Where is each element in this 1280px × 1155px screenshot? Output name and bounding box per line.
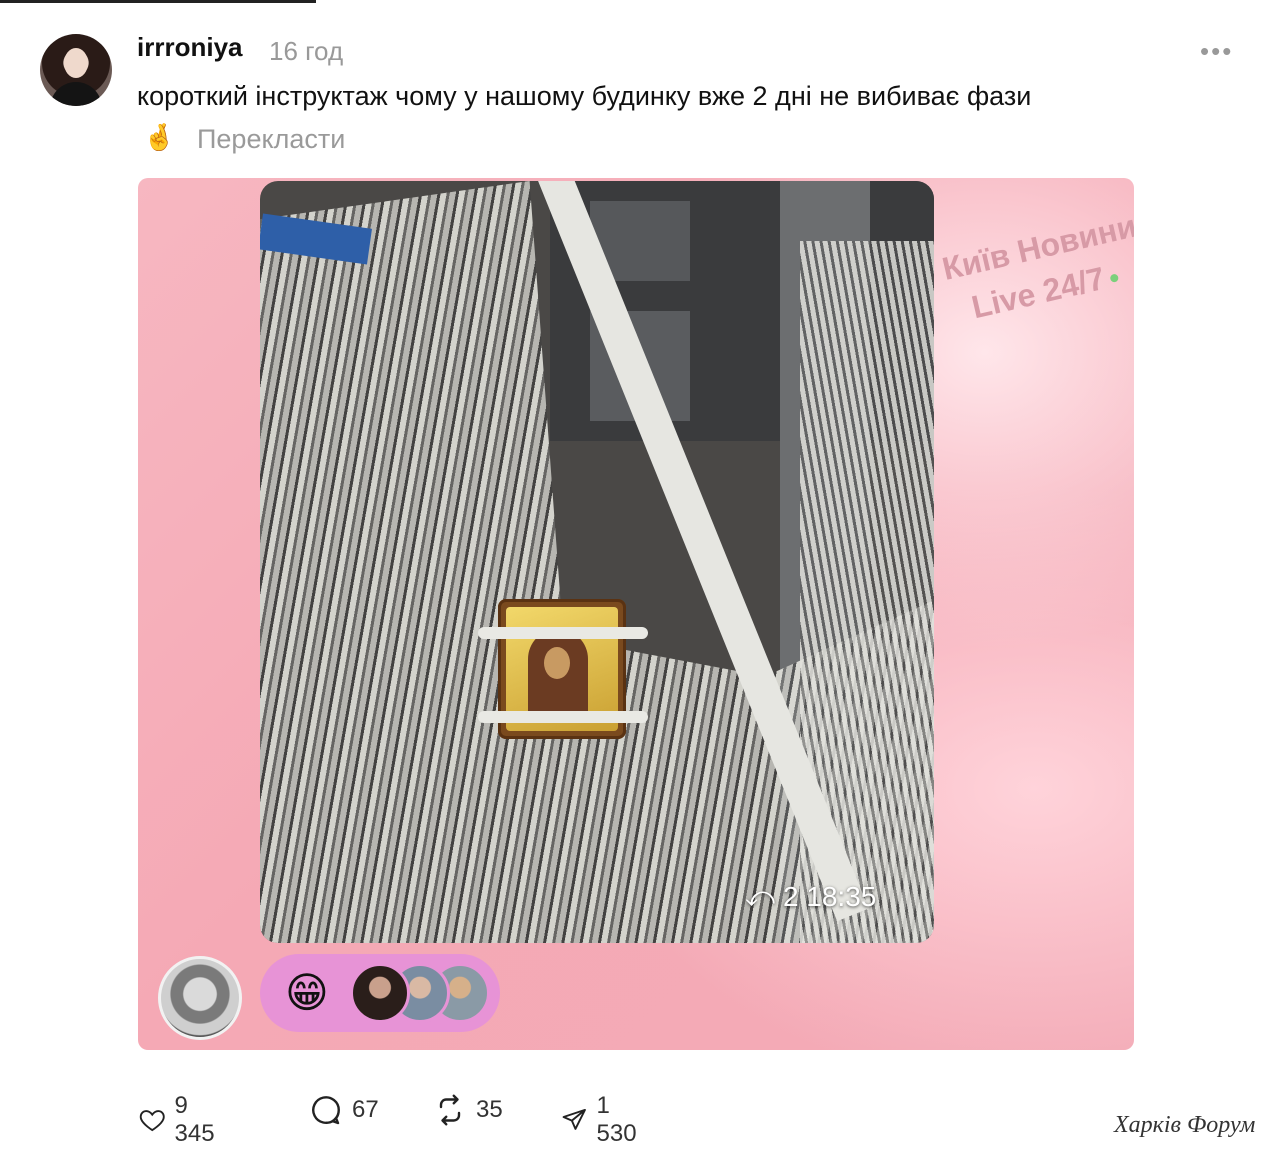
cable-tie bbox=[478, 711, 648, 723]
comment-button[interactable]: 67 bbox=[308, 1092, 379, 1128]
author-username[interactable]: irrroniya bbox=[137, 32, 243, 63]
post-caption: короткий інструктаж чому у нашому будинк… bbox=[137, 81, 1032, 111]
send-plane-icon bbox=[562, 1108, 586, 1130]
crossed-fingers-icon: 🤞 bbox=[143, 122, 176, 152]
reply-arrow-icon: ⤺ bbox=[745, 881, 775, 912]
top-progress-line bbox=[0, 0, 316, 3]
author-avatar[interactable] bbox=[40, 34, 112, 106]
counter-text: 2 18:35 bbox=[782, 881, 877, 912]
news-watermark: Київ Новини Live 24/7 bbox=[938, 204, 1134, 334]
post-photo[interactable]: ⤺ 2 18:35 bbox=[260, 181, 934, 943]
like-count: 9 345 bbox=[174, 1092, 215, 1147]
cable-tie bbox=[478, 627, 648, 639]
share-count: 1 530 bbox=[596, 1092, 637, 1147]
share-button[interactable]: 1 530 bbox=[560, 1092, 644, 1148]
forum-watermark: Харків Форум bbox=[1114, 1112, 1256, 1138]
photo-overlay-counter: ⤺ 2 18:35 bbox=[745, 881, 876, 914]
reply-avatar[interactable] bbox=[158, 956, 242, 1040]
grinning-emoji-icon: 😁 bbox=[285, 969, 329, 1016]
avatar-body bbox=[50, 82, 102, 106]
reactions-pill[interactable]: 😁 bbox=[260, 954, 500, 1032]
post-time[interactable]: 16 год bbox=[269, 36, 343, 67]
like-button[interactable]: 9 345 bbox=[138, 1092, 222, 1148]
reactor-avatar bbox=[350, 963, 410, 1023]
media-card[interactable]: ⤺ 2 18:35 Київ Новини Live 24/7 😁 bbox=[138, 178, 1134, 1050]
icon-face bbox=[544, 647, 570, 679]
heart-icon bbox=[139, 1110, 165, 1132]
repost-arrows-icon bbox=[439, 1094, 461, 1126]
live-dot-icon bbox=[1109, 272, 1120, 283]
religious-icon-image bbox=[478, 599, 648, 739]
more-options-button[interactable]: ••• bbox=[1200, 36, 1233, 67]
avatar-face bbox=[64, 48, 88, 78]
comment-count: 67 bbox=[352, 1096, 379, 1123]
translate-link[interactable]: Перекласти bbox=[197, 124, 345, 155]
speech-bubble-icon bbox=[312, 1096, 340, 1125]
repost-button[interactable]: 35 bbox=[432, 1092, 503, 1128]
repost-count: 35 bbox=[476, 1096, 503, 1123]
